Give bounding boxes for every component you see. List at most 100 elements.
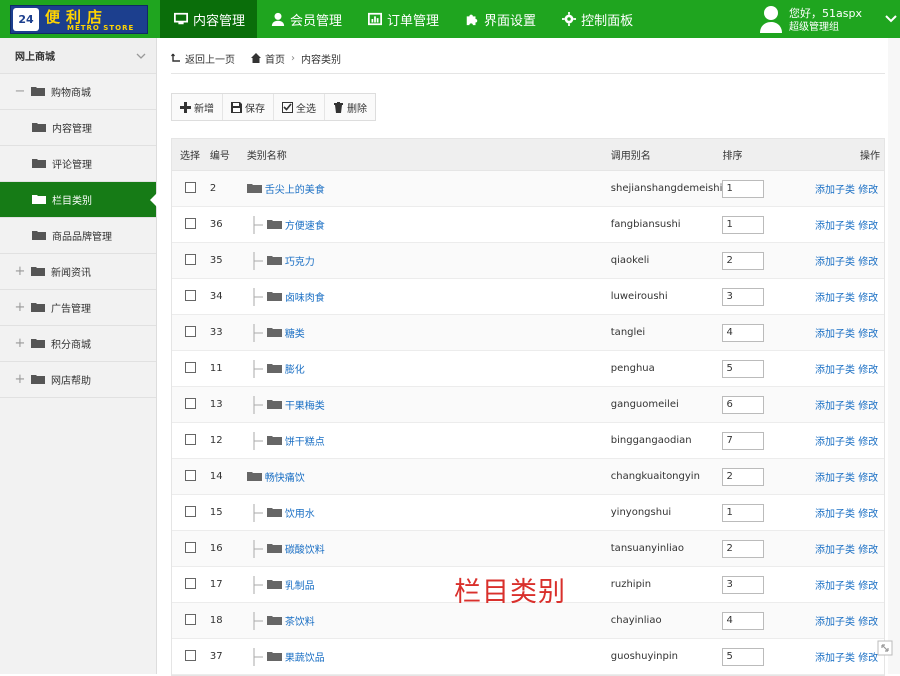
add-subcategory-link[interactable]: 添加子类 bbox=[815, 293, 855, 304]
row-checkbox[interactable] bbox=[185, 649, 196, 661]
add-subcategory-link[interactable]: 添加子类 bbox=[815, 473, 855, 484]
edit-link[interactable]: 修改 bbox=[858, 437, 878, 448]
order-input[interactable] bbox=[722, 503, 765, 522]
row-checkbox[interactable] bbox=[185, 361, 196, 373]
row-name-link[interactable]: 巧克力 bbox=[285, 253, 315, 268]
order-input[interactable] bbox=[722, 359, 765, 378]
edit-link[interactable]: 修改 bbox=[858, 545, 878, 556]
edit-link[interactable]: 修改 bbox=[858, 329, 878, 340]
logo[interactable]: 24 便利店 METRO STORE bbox=[10, 5, 148, 34]
nav-interface-settings[interactable]: 界面设置 bbox=[451, 0, 548, 38]
add-subcategory-link[interactable]: 添加子类 bbox=[815, 329, 855, 340]
row-checkbox[interactable] bbox=[185, 181, 196, 193]
nav-control-panel[interactable]: 控制面板 bbox=[548, 0, 645, 38]
add-subcategory-link[interactable]: 添加子类 bbox=[815, 401, 855, 412]
row-checkbox[interactable] bbox=[185, 577, 196, 589]
row-checkbox[interactable] bbox=[185, 469, 196, 481]
row-name-link[interactable]: 饮用水 bbox=[285, 505, 315, 520]
row-name-link[interactable]: 茶饮料 bbox=[285, 613, 315, 628]
add-subcategory-link[interactable]: 添加子类 bbox=[815, 437, 855, 448]
nav-content-management[interactable]: 内容管理 bbox=[160, 0, 258, 38]
chevron-down-icon[interactable] bbox=[884, 12, 898, 26]
home-link[interactable]: 首页 bbox=[251, 51, 285, 66]
edit-link[interactable]: 修改 bbox=[858, 473, 878, 484]
scrollbar[interactable] bbox=[888, 38, 900, 674]
order-input[interactable] bbox=[722, 647, 765, 666]
order-input[interactable] bbox=[722, 323, 765, 342]
add-subcategory-link[interactable]: 添加子类 bbox=[815, 221, 855, 232]
nav-member-management[interactable]: 会员管理 bbox=[257, 0, 354, 38]
add-subcategory-link[interactable]: 添加子类 bbox=[815, 617, 855, 628]
row-name-link[interactable]: 果蔬饮品 bbox=[285, 649, 325, 664]
row-checkbox[interactable] bbox=[185, 433, 196, 445]
edit-link[interactable]: 修改 bbox=[858, 581, 878, 592]
order-input[interactable] bbox=[722, 467, 765, 486]
delete-label: 删除 bbox=[347, 103, 367, 115]
edit-link[interactable]: 修改 bbox=[858, 653, 878, 664]
row-checkbox[interactable] bbox=[185, 253, 196, 265]
row-checkbox[interactable] bbox=[185, 613, 196, 625]
row-checkbox[interactable] bbox=[185, 397, 196, 409]
add-subcategory-link[interactable]: 添加子类 bbox=[815, 545, 855, 556]
row-checkbox[interactable] bbox=[185, 505, 196, 517]
order-input[interactable] bbox=[722, 575, 765, 594]
add-subcategory-link[interactable]: 添加子类 bbox=[815, 365, 855, 376]
order-input[interactable] bbox=[722, 611, 765, 630]
add-subcategory-link[interactable]: 添加子类 bbox=[815, 653, 855, 664]
order-input[interactable] bbox=[722, 395, 765, 414]
edit-link[interactable]: 修改 bbox=[858, 365, 878, 376]
edit-link[interactable]: 修改 bbox=[858, 509, 878, 520]
sidebar-item-content-management[interactable]: 内容管理 bbox=[0, 110, 156, 146]
row-checkbox[interactable] bbox=[185, 289, 196, 301]
row-checkbox[interactable] bbox=[185, 217, 196, 229]
sidebar-item-ads[interactable]: + 广告管理 bbox=[0, 290, 156, 326]
order-input[interactable] bbox=[722, 215, 765, 234]
nav-order-management[interactable]: 订单管理 bbox=[354, 0, 451, 38]
sidebar-head[interactable]: 网上商城 bbox=[0, 38, 156, 74]
order-input[interactable] bbox=[722, 179, 765, 198]
sidebar-item-points-mall[interactable]: + 积分商城 bbox=[0, 326, 156, 362]
select-all-label: 全选 bbox=[296, 103, 316, 115]
add-subcategory-link[interactable]: 添加子类 bbox=[815, 185, 855, 196]
add-subcategory-link[interactable]: 添加子类 bbox=[815, 581, 855, 592]
order-input[interactable] bbox=[722, 287, 765, 306]
select-all-button[interactable]: 全选 bbox=[274, 94, 325, 120]
row-checkbox[interactable] bbox=[185, 325, 196, 337]
order-input[interactable] bbox=[722, 539, 765, 558]
delete-button[interactable]: 删除 bbox=[325, 94, 375, 120]
row-name-link[interactable]: 碳酸饮料 bbox=[285, 541, 325, 556]
back-link[interactable]: 返回上一页 bbox=[171, 51, 235, 66]
row-name-link[interactable]: 干果梅类 bbox=[285, 397, 325, 412]
edit-link[interactable]: 修改 bbox=[858, 185, 878, 196]
edit-link[interactable]: 修改 bbox=[858, 221, 878, 232]
sidebar-item-shopping-mall[interactable]: − 购物商城 bbox=[0, 74, 156, 110]
row-name-link[interactable]: 舌尖上的美食 bbox=[265, 181, 325, 196]
sidebar-item-brand-management[interactable]: 商品品牌管理 bbox=[0, 218, 156, 254]
row-checkbox[interactable] bbox=[185, 541, 196, 553]
sidebar-item-comment-management[interactable]: 评论管理 bbox=[0, 146, 156, 182]
sidebar-item-label: 购物商城 bbox=[51, 88, 91, 99]
edit-link[interactable]: 修改 bbox=[858, 293, 878, 304]
row-name-link[interactable]: 膨化 bbox=[285, 361, 305, 376]
row-name-link[interactable]: 糖类 bbox=[285, 325, 305, 340]
row-name-link[interactable]: 饼干糕点 bbox=[285, 433, 325, 448]
add-subcategory-link[interactable]: 添加子类 bbox=[815, 257, 855, 268]
row-name-link[interactable]: 方便速食 bbox=[285, 217, 325, 232]
row-select-cell bbox=[172, 361, 210, 376]
resize-handle-icon[interactable] bbox=[877, 640, 893, 656]
save-button[interactable]: 保存 bbox=[223, 94, 274, 120]
edit-link[interactable]: 修改 bbox=[858, 257, 878, 268]
edit-link[interactable]: 修改 bbox=[858, 401, 878, 412]
sidebar-item-news[interactable]: + 新闻资讯 bbox=[0, 254, 156, 290]
row-name-link[interactable]: 卤味肉食 bbox=[285, 289, 325, 304]
sidebar-item-help[interactable]: + 网店帮助 bbox=[0, 362, 156, 398]
order-input[interactable] bbox=[722, 431, 765, 450]
add-button[interactable]: 新增 bbox=[172, 94, 223, 120]
user-panel[interactable]: 您好，51aspx 超级管理组 bbox=[760, 4, 897, 34]
order-input[interactable] bbox=[722, 251, 765, 270]
row-name-link[interactable]: 畅快痛饮 bbox=[265, 469, 305, 484]
edit-link[interactable]: 修改 bbox=[858, 617, 878, 628]
sidebar-item-category[interactable]: 栏目类别 bbox=[0, 182, 157, 218]
row-name-link[interactable]: 乳制品 bbox=[285, 577, 315, 592]
add-subcategory-link[interactable]: 添加子类 bbox=[815, 509, 855, 520]
